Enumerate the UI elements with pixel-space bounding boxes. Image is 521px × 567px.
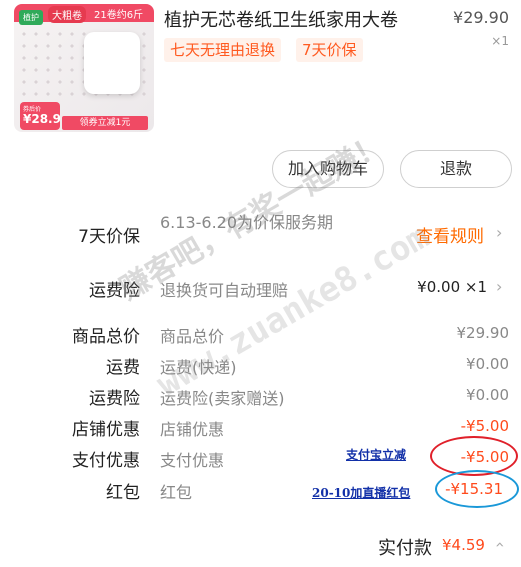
breakdown-label-shop-discount: 店铺优惠: [72, 420, 140, 440]
chevron-up-icon[interactable]: ›: [490, 541, 509, 547]
product-image[interactable]: 植护 大粗卷 21卷约6斤 券后价 ¥28.9 领券立减1元: [14, 4, 154, 132]
refund-button[interactable]: 退款: [400, 150, 512, 188]
banner-big-roll: 大粗卷: [48, 6, 86, 23]
total-label: 实付款: [378, 538, 432, 559]
chevron-right-icon[interactable]: ›: [496, 223, 502, 242]
chevron-right-icon[interactable]: ›: [496, 277, 502, 296]
tag-seven-day-return: 七天无理由退换: [164, 38, 282, 62]
breakdown-value-shop-discount: -¥5.00: [460, 417, 509, 435]
image-price-box: 券后价 ¥28.9: [20, 102, 61, 130]
product-unit-price: ¥29.90: [453, 8, 509, 27]
image-coupon: 领券立减1元: [62, 116, 148, 130]
shipping-insurance-value: ¥0.00 ×1: [417, 278, 487, 296]
breakdown-label-freight-insurance: 运费险: [89, 389, 140, 409]
banner-roll-count: 21卷约6斤: [94, 10, 144, 21]
breakdown-label-red-packet: 红包: [106, 483, 140, 503]
breakdown-desc-red-packet: 红包: [160, 483, 193, 502]
breakdown-label-goods-total: 商品总价: [72, 327, 140, 347]
breakdown-value-freight: ¥0.00: [466, 355, 509, 373]
breakdown-value-goods-total: ¥29.90: [456, 324, 510, 342]
brand-badge: 植护: [19, 10, 43, 25]
product-title[interactable]: 植护无芯卷纸卫生纸家用大卷: [164, 6, 398, 32]
breakdown-desc-shop-discount: 店铺优惠: [160, 420, 225, 439]
image-price: ¥28.9: [23, 112, 61, 126]
breakdown-label-freight: 运费: [106, 358, 140, 378]
guarantee-label: 7天价保: [78, 227, 140, 247]
breakdown-value-freight-insurance: ¥0.00: [466, 386, 509, 404]
breakdown-desc-payment-discount: 支付优惠: [160, 451, 225, 470]
product-quantity: ×1: [491, 34, 509, 48]
annotation-red-packet: 20-10加直播红包: [312, 486, 411, 500]
annotation-circle-blue: [435, 470, 519, 508]
tag-price-protect: 7天价保: [296, 38, 363, 62]
total-value: ¥4.59: [442, 536, 485, 554]
annotation-alipay: 支付宝立减: [346, 448, 407, 462]
breakdown-label-payment-discount: 支付优惠: [72, 451, 140, 471]
tissue-box: [84, 32, 140, 94]
